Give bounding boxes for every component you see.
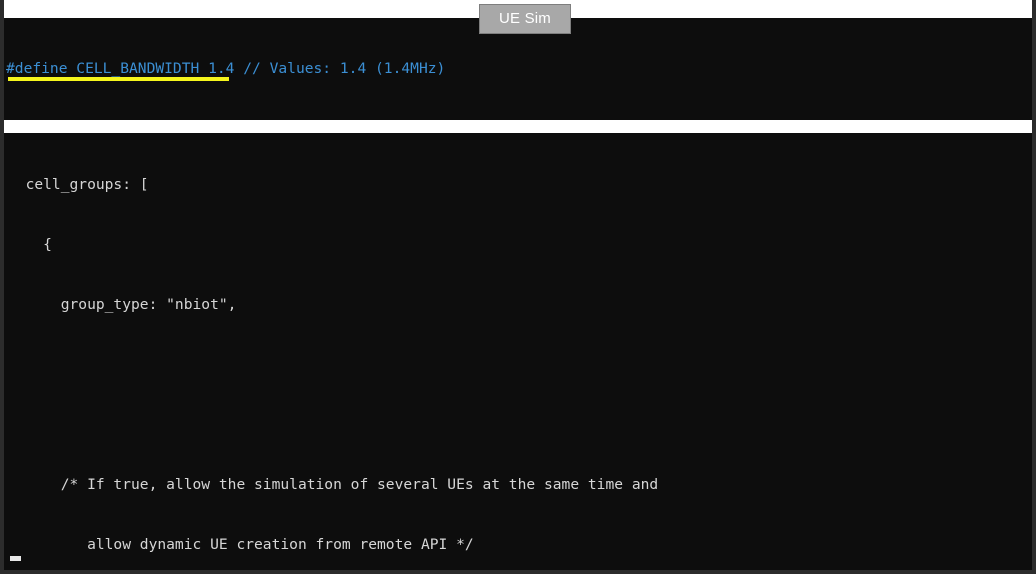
middle-separator-band — [4, 120, 1032, 133]
config-code-text: cell_groups: [ { group_type: "nbiot", /*… — [8, 135, 676, 570]
config-line — [8, 415, 676, 435]
ue-sim-tab[interactable]: UE Sim — [479, 4, 571, 34]
config-line: { — [8, 236, 52, 253]
defines-code-text: #define CELL_BANDWIDTH 1.4 // Values: 1.… — [6, 19, 893, 120]
config-code-pane[interactable]: cell_groups: [ { group_type: "nbiot", /*… — [4, 133, 1032, 570]
define-line: #define CELL_BANDWIDTH 1.4 // Values: 1.… — [6, 60, 446, 77]
nb-non-anchor-highlight-underline — [8, 77, 229, 81]
config-line: allow dynamic UE creation from remote AP… — [8, 536, 474, 553]
config-line: /* If true, allow the simulation of seve… — [8, 476, 659, 493]
config-line: cell_groups: [ — [8, 176, 149, 193]
config-line — [8, 355, 676, 375]
text-cursor — [10, 556, 21, 561]
config-line: group_type: "nbiot", — [8, 296, 237, 313]
window-frame-bottom — [0, 570, 1036, 574]
window-frame-right — [1032, 0, 1036, 574]
ue-sim-config-window: #define CELL_BANDWIDTH 1.4 // Values: 1.… — [0, 0, 1036, 574]
